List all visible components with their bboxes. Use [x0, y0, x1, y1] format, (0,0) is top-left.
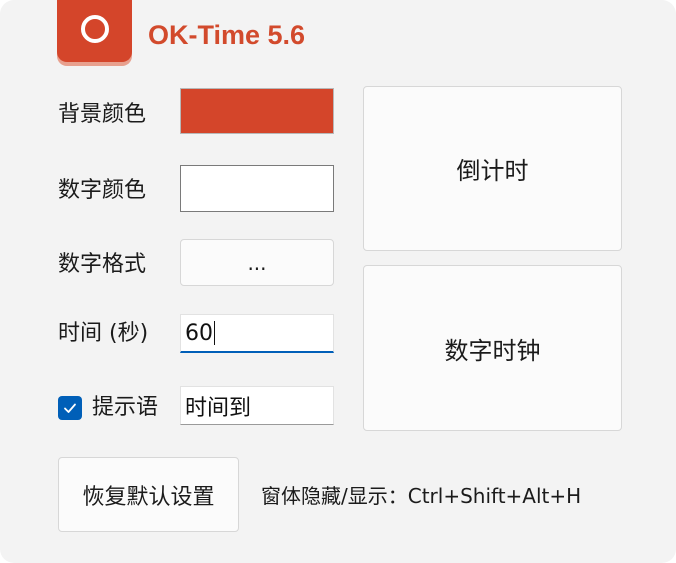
time-seconds-input[interactable]: 60: [180, 314, 334, 353]
digit-format-button[interactable]: ...: [180, 239, 334, 286]
reset-defaults-button[interactable]: 恢复默认设置: [58, 457, 239, 532]
background-color-swatch[interactable]: [180, 88, 334, 134]
hotkey-hint: 窗体隐藏/显示：Ctrl+Shift+Alt+H: [261, 484, 582, 508]
time-seconds-label: 时间 (秒): [58, 321, 149, 346]
digit-format-label: 数字格式: [58, 252, 147, 277]
main-window: OK-Time 5.6 背景颜色 数字颜色 数字格式 ... 时间 (秒) 60…: [0, 0, 676, 563]
prompt-input[interactable]: 时间到: [180, 386, 334, 425]
prompt-value: 时间到: [185, 395, 252, 421]
text-caret: [214, 321, 215, 345]
app-title: OK-Time 5.6: [148, 20, 306, 50]
countdown-button[interactable]: 倒计时: [363, 86, 622, 251]
prompt-label: 提示语: [92, 395, 159, 420]
background-color-label: 背景颜色: [58, 102, 147, 127]
digit-color-swatch[interactable]: [180, 165, 334, 212]
ring-icon: [81, 15, 109, 43]
app-logo: [57, 0, 132, 62]
digital-clock-button[interactable]: 数字时钟: [363, 265, 622, 431]
digit-color-label: 数字颜色: [58, 178, 147, 203]
checkmark-icon: [64, 403, 76, 413]
time-seconds-value: 60: [185, 320, 213, 346]
prompt-checkbox[interactable]: [58, 396, 82, 420]
